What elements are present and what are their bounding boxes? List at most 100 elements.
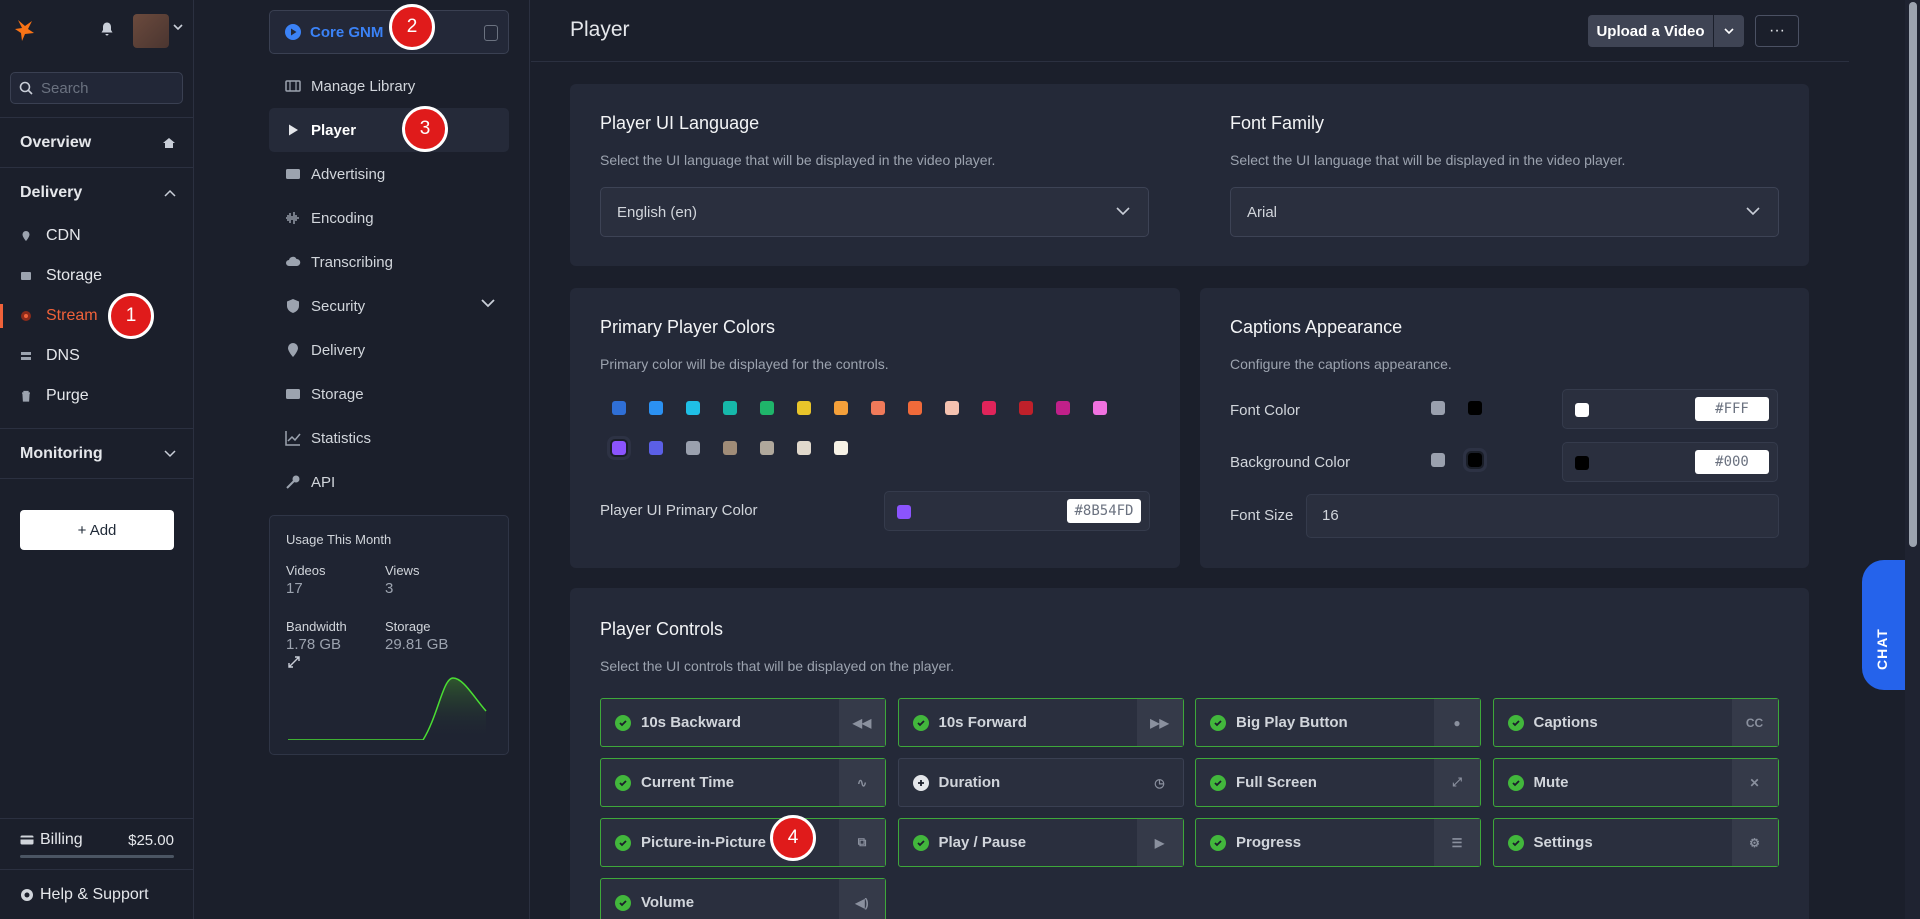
font-color-swatch-gray[interactable]	[1431, 401, 1445, 415]
nav-api[interactable]: API	[269, 460, 509, 504]
color-swatch[interactable]	[723, 401, 737, 415]
language-title: Player UI Language	[600, 113, 760, 133]
control-toggle[interactable]: 10s Forward ▶▶	[897, 698, 1184, 747]
primary-color-field[interactable]: #8B54FD	[884, 491, 1150, 531]
sidebar-item-cdn[interactable]: CDN	[0, 216, 194, 256]
chart-icon	[285, 431, 301, 446]
color-swatch[interactable]	[1056, 401, 1070, 415]
overview-link[interactable]: Overview	[0, 118, 194, 168]
shield-icon	[287, 299, 299, 313]
billing-link[interactable]: Billing $25.00	[0, 818, 194, 868]
color-swatch[interactable]	[686, 441, 700, 455]
cc-icon: CC	[1731, 699, 1778, 746]
bg-color-field[interactable]: #000	[1562, 442, 1778, 482]
color-swatch[interactable]	[760, 441, 774, 455]
color-swatch[interactable]	[945, 401, 959, 415]
nav-transcribing[interactable]: Transcribing	[269, 240, 509, 284]
font-size-input[interactable]: 16	[1306, 494, 1779, 538]
volume-icon: ◀)	[839, 879, 885, 919]
color-swatch[interactable]	[797, 401, 811, 415]
control-toggle[interactable]: Picture-in-Picture ⧉	[600, 818, 886, 867]
font-color-hex[interactable]: #FFF	[1695, 397, 1769, 421]
color-swatch[interactable]	[908, 401, 922, 415]
control-toggle[interactable]: Settings ⚙	[1492, 818, 1779, 867]
avatar[interactable]	[133, 14, 169, 48]
more-options-button[interactable]: ···	[1755, 15, 1799, 47]
color-swatch[interactable]	[834, 441, 848, 455]
language-select[interactable]: English (en)	[600, 187, 1149, 237]
control-toggle[interactable]: Big Play Button ●	[1195, 698, 1481, 747]
color-swatch[interactable]	[610, 439, 628, 457]
font-value: Arial	[1247, 203, 1278, 221]
nav-advertising[interactable]: Advertising	[269, 152, 509, 196]
upload-video-button[interactable]: Upload a Video	[1588, 15, 1713, 47]
color-swatch[interactable]	[686, 401, 700, 415]
font-color-swatch-black[interactable]	[1468, 401, 1482, 415]
search-input[interactable]: Search	[10, 72, 183, 104]
nav-label: Storage	[311, 385, 364, 403]
control-toggle[interactable]: Play / Pause ▶	[897, 818, 1184, 867]
bg-color-swatch-gray[interactable]	[1431, 453, 1445, 467]
control-label: 10s Forward	[938, 714, 1027, 731]
control-toggle[interactable]: Volume ◀)	[600, 878, 886, 919]
color-swatch[interactable]	[649, 441, 663, 455]
chevron-down-icon	[164, 450, 176, 458]
nav-delivery[interactable]: Delivery	[269, 328, 509, 372]
control-toggle[interactable]: Current Time ∿	[600, 758, 886, 807]
nav-label: Transcribing	[311, 253, 393, 271]
bg-color-swatch-black[interactable]	[1466, 451, 1484, 469]
nav-encoding[interactable]: Encoding	[269, 196, 509, 240]
page-header: Player Upload a Video ···	[531, 0, 1849, 62]
play-icon	[289, 124, 298, 136]
bell-icon[interactable]	[99, 21, 115, 37]
control-toggle[interactable]: 10s Backward ◀◀	[600, 698, 886, 747]
timer-icon: ◷	[1154, 775, 1165, 790]
sidebar-item-label: Stream	[46, 307, 98, 324]
delivery-toggle[interactable]: Delivery	[0, 168, 194, 218]
sidebar-item-purge[interactable]: Purge	[0, 376, 194, 416]
chevron-down-icon[interactable]	[173, 22, 183, 32]
monitoring-toggle[interactable]: Monitoring	[0, 429, 194, 479]
nav-security[interactable]: Security	[269, 284, 509, 328]
color-swatch[interactable]	[1019, 401, 1033, 415]
nav-manage-library[interactable]: Manage Library	[269, 64, 509, 108]
sidebar-item-dns[interactable]: DNS	[0, 336, 194, 376]
color-swatch[interactable]	[871, 401, 885, 415]
scrollbar[interactable]	[1905, 0, 1920, 919]
font-color-field[interactable]: #FFF	[1562, 389, 1778, 429]
bunny-logo-icon[interactable]	[12, 17, 38, 43]
scrollbar-thumb[interactable]	[1909, 2, 1917, 547]
bg-color-hex[interactable]: #000	[1695, 450, 1769, 474]
color-swatch[interactable]	[982, 401, 996, 415]
color-swatch[interactable]	[760, 401, 774, 415]
help-support-link[interactable]: Help & Support	[0, 869, 194, 919]
control-toggle[interactable]: Progress ☰	[1195, 818, 1481, 867]
storage-value: 29.81 GB	[385, 636, 449, 653]
cloud-icon	[286, 256, 301, 266]
overview-label: Overview	[20, 134, 92, 151]
control-toggle[interactable]: Full Screen ⤢	[1195, 758, 1481, 807]
nav-player[interactable]: Player	[269, 108, 509, 152]
chevron-down-icon	[1116, 207, 1130, 216]
color-swatch[interactable]	[797, 441, 811, 455]
control-toggle[interactable]: Duration ◷	[897, 758, 1184, 807]
nav-statistics[interactable]: Statistics	[269, 416, 509, 460]
chat-widget[interactable]: CHAT	[1862, 560, 1905, 690]
control-toggle[interactable]: Captions CC	[1492, 698, 1779, 747]
color-swatch[interactable]	[834, 401, 848, 415]
color-swatch[interactable]	[723, 441, 737, 455]
control-toggle[interactable]: Mute ✕	[1492, 758, 1779, 807]
colors-title: Primary Player Colors	[600, 317, 776, 337]
add-button[interactable]: + Add	[20, 510, 174, 550]
ad-icon	[286, 169, 300, 179]
primary-color-hex[interactable]: #8B54FD	[1067, 499, 1141, 523]
color-swatch[interactable]	[612, 401, 626, 415]
sidebar-item-stream[interactable]: Stream	[0, 296, 194, 336]
sidebar-item-storage[interactable]: Storage	[0, 256, 194, 296]
color-swatch[interactable]	[1093, 401, 1107, 415]
nav-label: Manage Library	[311, 77, 416, 95]
color-swatch[interactable]	[649, 401, 663, 415]
nav-storage[interactable]: Storage	[269, 372, 509, 416]
font-select[interactable]: Arial	[1230, 187, 1779, 237]
upload-dropdown-button[interactable]	[1714, 15, 1744, 47]
